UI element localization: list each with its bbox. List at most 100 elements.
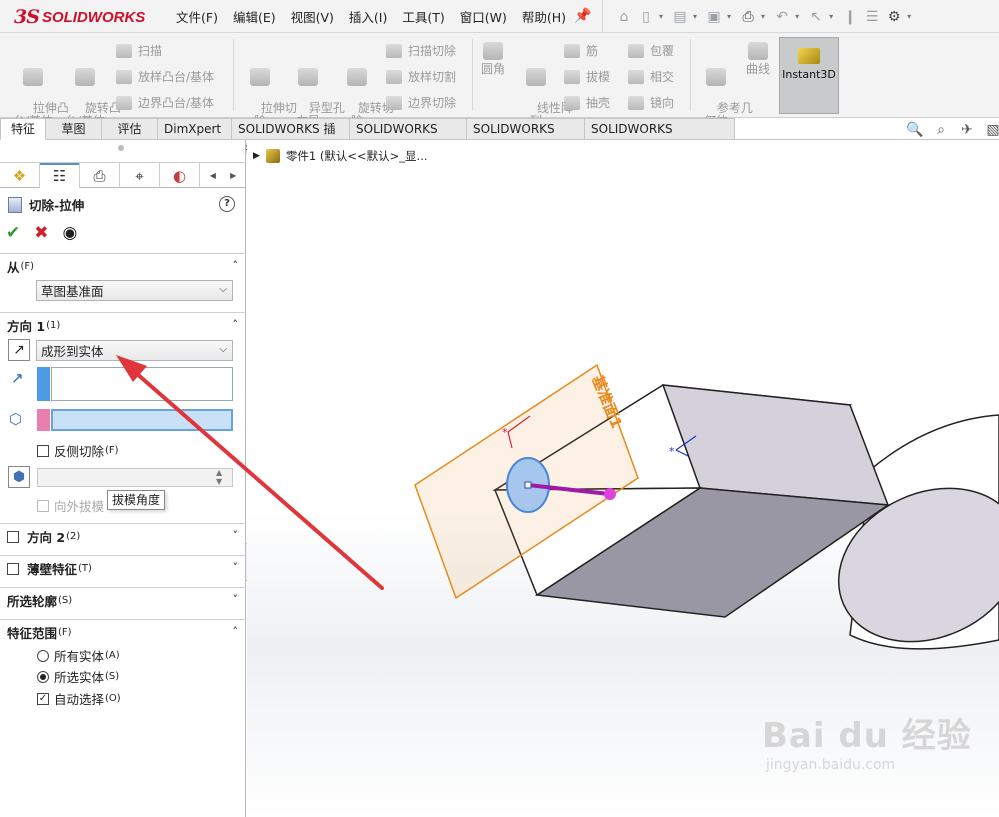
all-bodies-radio[interactable]: 所有实体 (A) [37,646,120,665]
chevron-up-icon[interactable]: ˄ [233,625,239,638]
draft-angle-input[interactable] [37,468,233,487]
selected-bodies-radio[interactable]: 所选实体 (S) [37,667,119,686]
expand-arrow-icon[interactable]: ▶ [253,151,260,161]
traffic-light-icon[interactable]: ❙ [841,8,859,26]
menu-insert[interactable]: 插入(I) [349,7,387,26]
menu-window[interactable]: 窗口(W) [460,7,507,26]
sweep-cut-button[interactable]: 扫描切除 [386,42,456,59]
configuration-manager-tab[interactable]: ⎙ [80,163,120,188]
chevron-down-icon[interactable]: ▾ [727,12,731,21]
loft-cut-button[interactable]: 放样切割 [386,68,456,85]
section-view-icon[interactable]: ▧ [983,122,999,140]
tab-solidworks-addins[interactable]: SOLIDWORKS 插件 [232,118,350,156]
solidworks-logo[interactable]: 3S SOLIDWORKS [14,5,145,29]
menu-edit[interactable]: 编辑(E) [233,7,276,26]
from-section-header[interactable]: 从 (F) ˄ [0,253,246,279]
reverse-direction-button[interactable]: ↗ [8,339,30,361]
feature-manager-tab[interactable]: ❖ [0,163,40,188]
tab-evaluate[interactable]: 评估 [102,118,158,140]
help-icon[interactable]: ? [219,196,235,212]
select-cursor-icon[interactable]: ↖ [807,8,825,26]
previous-view-icon[interactable]: ✈ [957,122,977,140]
tab-solidworks-mbd[interactable]: SOLIDWORKS MBD [350,118,467,156]
curves-button[interactable]: 曲线 [742,42,774,76]
sweep-button[interactable]: 扫描 [116,42,162,59]
boundary-boss-button[interactable]: 边界凸台/基体 [116,94,214,111]
display-manager-tab[interactable]: ◐ [160,163,200,188]
scroll-right-icon[interactable]: ▶ [230,171,236,180]
auto-select-checkbox[interactable]: ✓ 自动选择 (O) [37,689,121,708]
property-manager-tab[interactable]: ☷ [40,163,80,188]
chevron-down-icon[interactable]: ˅ [233,529,239,542]
draft-button[interactable]: 拔模 [564,68,610,85]
tab-sketch[interactable]: 草图 [46,118,102,140]
chevron-down-icon[interactable]: ▾ [829,12,833,21]
chevron-down-icon[interactable]: ▾ [693,12,697,21]
sweep-icon [116,43,132,58]
chevron-down-icon[interactable]: ˅ [233,561,239,574]
tab-solidworks-cam[interactable]: SOLIDWORKS CAM [467,118,585,156]
print-icon[interactable]: ⎙ [739,8,757,26]
feature-tree-flyout[interactable]: ▶ 零件1 (默认<<默认>_显... [253,148,428,164]
checkbox-box[interactable] [7,530,19,543]
chevron-up-icon[interactable]: ˄ [233,318,239,331]
open-folder-icon[interactable]: ▤ [671,8,689,26]
boundary-cut-button[interactable]: 边界切除 [386,94,456,111]
flip-side-to-cut-checkbox[interactable]: 反侧切除 (F) [37,441,119,460]
direction1-section-header[interactable]: 方向 1 (1) ˄ [0,312,246,338]
draft-label: 拔模 [586,70,611,84]
direction2-section-header[interactable]: 方向 2 (2) ˅ [0,523,246,549]
file-properties-icon[interactable]: ☰ [863,8,881,26]
menu-view[interactable]: 视图(V) [291,7,334,26]
shell-button[interactable]: 抽壳 [564,94,610,111]
wrap-button[interactable]: 包覆 [628,42,674,59]
draft-toggle-button[interactable]: ⬢ [8,466,30,488]
pin-icon[interactable]: 📌 [574,8,591,24]
thin-feature-section-header[interactable]: 薄壁特征 (T) ˅ [0,555,246,581]
home-icon[interactable]: ⌂ [615,8,633,26]
zoom-to-area-icon[interactable]: ⌕ [931,122,951,140]
feature-scope-section-header[interactable]: 特征范围 (F) ˄ [0,619,246,645]
radio-circle [37,649,49,662]
direction-vector-input[interactable] [51,367,233,401]
rib-button[interactable]: 筋 [564,42,598,59]
fillet-button[interactable]: 圆角 [477,42,509,76]
menu-tools[interactable]: 工具(T) [402,7,444,26]
gear-icon[interactable]: ⚙ [885,8,903,26]
checkbox-box[interactable] [7,562,19,575]
tab-features[interactable]: 特征 [0,118,46,140]
chevron-down-icon[interactable]: ˅ [233,593,239,606]
menu-file[interactable]: 文件(F) [176,7,218,26]
instant3d-button[interactable]: Instant3D [779,37,839,114]
end-condition-select[interactable]: 成形到实体 ⌵ [36,340,233,361]
chevron-up-icon[interactable]: ˄ [233,259,239,272]
chevron-down-icon[interactable]: ▾ [907,12,911,21]
checkbox-checked: ✓ [37,692,49,705]
ok-check-icon[interactable]: ✔ [6,223,20,243]
cancel-x-icon[interactable]: ✖ [34,223,48,243]
chevron-down-icon[interactable]: ▾ [659,12,663,21]
solid-body-input[interactable] [51,409,233,431]
new-document-icon[interactable]: ▯ [637,8,655,26]
mirror-button[interactable]: 镜向 [628,94,674,111]
preview-eye-icon[interactable]: ◉ [63,223,78,243]
graphics-area[interactable]: 基准面1 * * ▶ 零件1 (默认<<默认>_显... Bai du 经验 j… [247,140,999,817]
undo-icon[interactable]: ↶ [773,8,791,26]
panel-grip[interactable] [118,145,124,151]
menu-help[interactable]: 帮助(H) [522,7,566,26]
tab-dimxpert[interactable]: DimXpert [158,118,232,140]
feature-title-text: 切除-拉伸 [29,198,85,213]
from-select[interactable]: 草图基准面 ⌵ [36,280,233,301]
tab-solidworks-inspection[interactable]: SOLIDWORKS Inspection [585,118,735,156]
intersect-button[interactable]: 相交 [628,68,674,85]
loft-boss-button[interactable]: 放样凸台/基体 [116,68,214,85]
dimxpert-manager-tab[interactable]: ⌖ [120,163,160,188]
zoom-to-fit-icon[interactable]: 🔍 [905,122,925,140]
selected-contours-section-header[interactable]: 所选轮廓 (S) ˅ [0,587,246,613]
chevron-down-icon[interactable]: ▾ [795,12,799,21]
scroll-left-icon[interactable]: ◀ [210,171,216,180]
spinner-icon[interactable]: ▲ ▼ [216,468,222,486]
save-icon[interactable]: ▣ [705,8,723,26]
draft-outward-checkbox[interactable]: 向外拔模 [37,496,104,515]
chevron-down-icon[interactable]: ▾ [761,12,765,21]
